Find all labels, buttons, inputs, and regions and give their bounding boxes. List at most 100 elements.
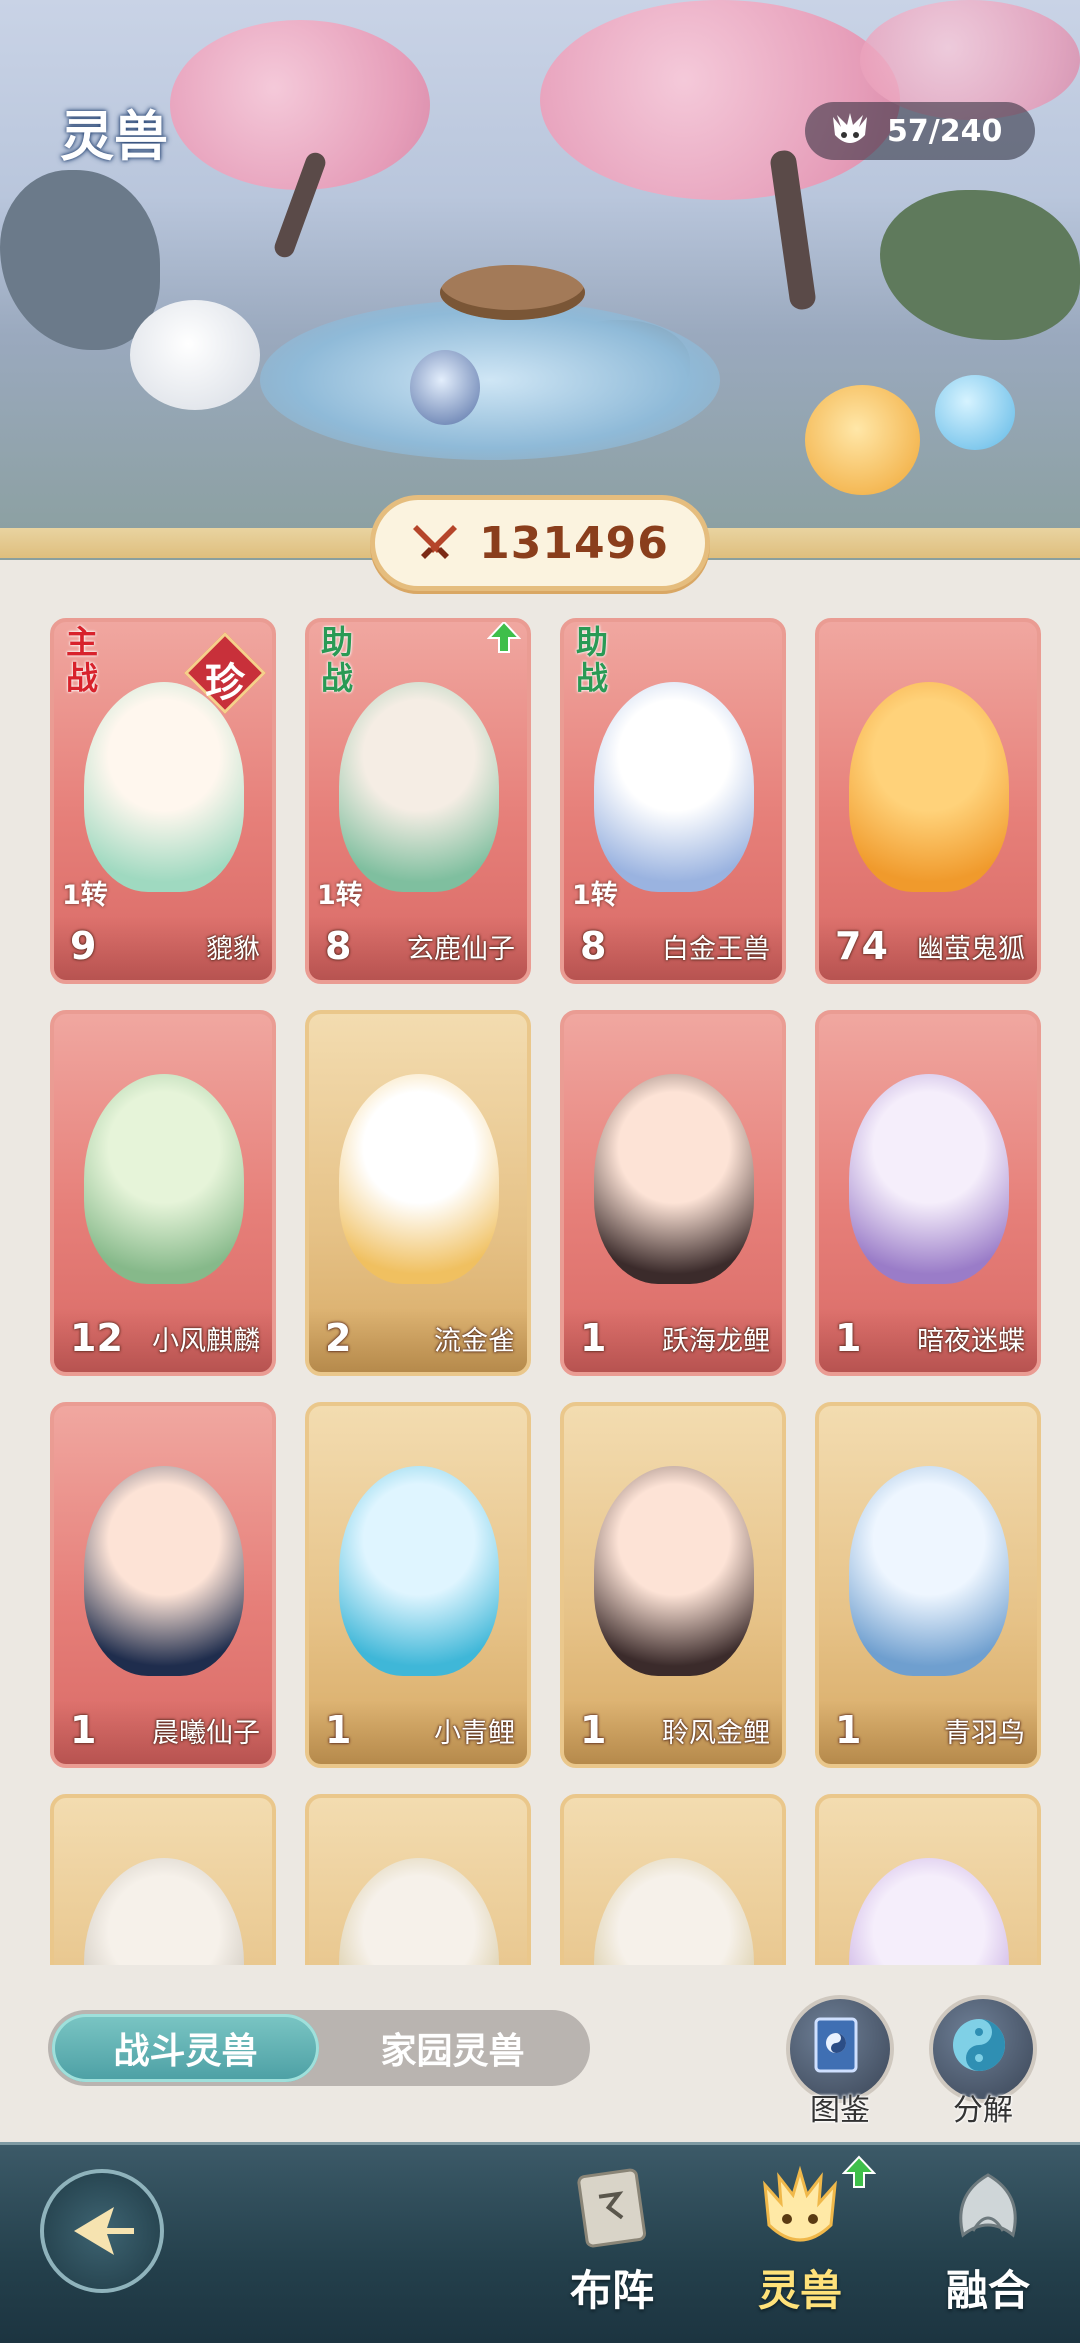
beast-card[interactable]: 74 幽萤鬼狐: [815, 618, 1041, 984]
fusion-spirit-icon: [933, 2155, 1043, 2265]
stream-water: [260, 300, 720, 460]
nav-formation[interactable]: 布阵: [532, 2155, 692, 2318]
beast-card[interactable]: 助战 1转 8 白金王兽: [560, 618, 786, 984]
page-title: 灵兽: [60, 105, 168, 168]
beast-level: 9: [70, 924, 97, 968]
beast-level: 1: [580, 1708, 607, 1752]
blue-flame-beast[interactable]: [935, 375, 1015, 450]
beast-face-icon: [745, 2155, 855, 2265]
beast-portrait: [84, 682, 244, 892]
crossed-swords-icon: [411, 519, 459, 567]
beast-category-tabs: 战斗灵兽 家园灵兽: [48, 2010, 590, 2086]
beast-card[interactable]: 主战珍 1转 9 貔貅: [50, 618, 276, 984]
beast-card[interactable]: 2 流金雀: [305, 1010, 531, 1376]
nav-beasts[interactable]: 灵兽: [720, 2155, 880, 2318]
beast-portrait: [849, 1074, 1009, 1284]
beast-card[interactable]: 1 小青鲤: [305, 1402, 531, 1768]
rebirth-tier-label: 1转: [572, 880, 618, 911]
rebirth-tier-label: 1转: [317, 880, 363, 911]
mossy-rock: [880, 190, 1080, 340]
tab-battle-beasts[interactable]: 战斗灵兽: [52, 2014, 319, 2082]
beast-level: 1: [70, 1708, 97, 1752]
beast-level: 1: [325, 1708, 352, 1752]
battle-role-label: 助战: [575, 623, 608, 697]
beast-name: 白金王兽: [662, 934, 770, 965]
nav-fusion[interactable]: 融合: [908, 2155, 1068, 2318]
beast-portrait: [849, 1466, 1009, 1676]
beast-portrait: [594, 682, 754, 892]
white-fluffy-beast[interactable]: [130, 300, 260, 410]
wooden-tub: [440, 265, 585, 320]
combat-power-display: 131496: [370, 495, 710, 591]
rock: [0, 170, 160, 350]
green-up-arrow-icon: [842, 2155, 876, 2188]
battle-role-label: 助战: [320, 623, 353, 697]
codex-label: 图鉴: [810, 2093, 870, 2128]
rare-badge-label: 珍: [205, 660, 245, 706]
beast-level: 2: [325, 1316, 352, 1360]
beast-portrait: [339, 1858, 499, 1965]
tab-home-beasts[interactable]: 家园灵兽: [319, 2014, 586, 2082]
beast-card[interactable]: [50, 1794, 276, 1965]
beast-portrait: [594, 1466, 754, 1676]
beast-card[interactable]: 1 跃海龙鲤: [560, 1010, 786, 1376]
beast-portrait: [849, 1858, 1009, 1965]
rebirth-tier-label: 1转: [62, 880, 108, 911]
beast-card[interactable]: 1 青羽鸟: [815, 1402, 1041, 1768]
back-arrow-icon: [74, 2207, 134, 2255]
codex-button[interactable]: 图鉴: [785, 1995, 895, 2129]
beast-level: 74: [835, 924, 888, 968]
beast-portrait: [84, 1858, 244, 1965]
nav-formation-label: 布阵: [569, 2266, 654, 2315]
beast-card[interactable]: [815, 1794, 1041, 1965]
beast-card[interactable]: 1 晨曦仙子: [50, 1402, 276, 1768]
beast-card[interactable]: [305, 1794, 531, 1965]
cherry-blossom: [540, 0, 900, 200]
decompose-button[interactable]: 分解: [928, 1995, 1038, 2129]
beast-name: 小青鲤: [434, 1718, 515, 1749]
rare-badge: 珍: [183, 631, 267, 715]
beast-name: 貔貅: [206, 934, 260, 965]
beast-level: 1: [580, 1316, 607, 1360]
beast-capacity-counter: 57/240: [805, 102, 1035, 160]
scroll-icon: [557, 2155, 667, 2265]
bottom-navigation: 布阵 灵兽 融合: [0, 2142, 1080, 2343]
beast-card[interactable]: 1 聆风金鲤: [560, 1402, 786, 1768]
decompose-label: 分解: [953, 2093, 1013, 2128]
beast-name: 聆风金鲤: [662, 1718, 770, 1749]
beast-level: 1: [835, 1316, 862, 1360]
back-button[interactable]: [40, 2169, 164, 2293]
beast-card[interactable]: 12 小风麒麟: [50, 1010, 276, 1376]
blue-fox-beast[interactable]: [410, 350, 480, 425]
beast-name: 玄鹿仙子: [407, 934, 515, 965]
beast-count-text: 57/240: [887, 113, 1003, 149]
beast-level: 8: [325, 924, 352, 968]
beast-card[interactable]: 助战 1转 8 玄鹿仙子: [305, 618, 531, 984]
beast-name: 暗夜迷蝶: [917, 1326, 1025, 1357]
battle-role-label: 主战: [65, 623, 98, 697]
beast-level: 12: [70, 1316, 123, 1360]
beast-level: 8: [580, 924, 607, 968]
cherry-blossom: [170, 20, 430, 190]
beast-card[interactable]: 1 暗夜迷蝶: [815, 1010, 1041, 1376]
beast-portrait: [339, 1466, 499, 1676]
beast-name: 晨曦仙子: [152, 1718, 260, 1749]
beast-portrait: [84, 1074, 244, 1284]
golden-fox-beast[interactable]: [805, 385, 920, 495]
beast-portrait: [84, 1466, 244, 1676]
beast-name: 跃海龙鲤: [662, 1326, 770, 1357]
nav-beasts-label: 灵兽: [757, 2266, 842, 2315]
beast-portrait: [339, 682, 499, 892]
beast-name: 青羽鸟: [944, 1718, 1025, 1749]
beast-name: 流金雀: [434, 1326, 515, 1357]
beast-garden-scene: 灵兽 57/240: [0, 0, 1080, 560]
beast-card[interactable]: [560, 1794, 786, 1965]
beast-portrait: [339, 1074, 499, 1284]
beast-level: 1: [835, 1708, 862, 1752]
beast-head-icon: [827, 111, 873, 151]
beast-portrait: [849, 682, 1009, 892]
beast-portrait: [594, 1074, 754, 1284]
beast-card-grid[interactable]: 主战珍 1转 9 貔貅 助战 1转 8 玄鹿仙子 助战 1转 8 白金王兽 74 幽萤鬼狐 12 小风麒麟 2 流…: [0, 590, 1080, 1965]
combat-power-value: 131496: [479, 517, 669, 569]
beast-name: 小风麒麟: [152, 1326, 260, 1357]
